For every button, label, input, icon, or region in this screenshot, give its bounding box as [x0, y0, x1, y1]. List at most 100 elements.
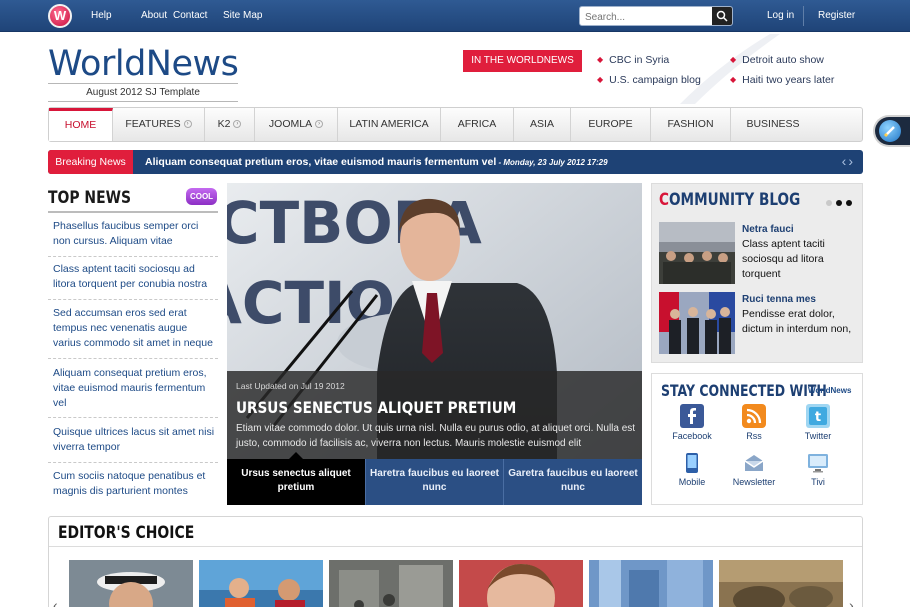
header-swoosh-decoration [680, 34, 780, 104]
brand-tagline: August 2012 SJ Template [86, 87, 200, 98]
blog-author[interactable]: Netra fauci [742, 224, 794, 235]
nav-item-k2[interactable]: K2 › [205, 108, 255, 141]
top-news-item[interactable]: Cum sociis natoque penatibus et magnis d… [48, 469, 218, 505]
editors-choice-thumbnail[interactable] [459, 560, 583, 607]
divider [48, 83, 238, 84]
editors-choice-thumbnail[interactable] [69, 560, 193, 607]
top-news-item[interactable]: Class aptent taciti sociosqu ad litora t… [48, 262, 218, 300]
cool-badge: COOL [186, 188, 217, 205]
stay-connected: STAY CONNECTED WITH WorldNews Facebook R… [651, 373, 863, 505]
nav-item-asia[interactable]: ASIA [514, 108, 571, 141]
carousel-dot[interactable] [836, 200, 842, 206]
top-news-item[interactable]: Aliquam consequat pretium eros, vitae eu… [48, 366, 218, 418]
editors-choice-title: EDITOR'S CHOICE [58, 523, 195, 543]
blog-author[interactable]: Ruci tenna mes [742, 294, 816, 305]
editors-choice: EDITOR'S CHOICE ‹ › [48, 516, 863, 607]
register-link[interactable]: Register [818, 10, 855, 21]
newsletter-icon [744, 455, 764, 471]
divider [48, 101, 238, 102]
login-link[interactable]: Log in [767, 10, 794, 21]
prev-arrow-icon[interactable]: ‹ [53, 597, 58, 607]
top-link-sitemap[interactable]: Site Map [223, 10, 262, 21]
nav-item-africa[interactable]: AFRICA [441, 108, 514, 141]
slide-updated: Last Updated on Jul 19 2012 [236, 381, 345, 391]
nav-item-europe[interactable]: EUROPE [571, 108, 651, 141]
headline-link[interactable]: ◆ Haiti two years later [730, 74, 834, 86]
search-icon [716, 10, 728, 22]
headline-link[interactable]: ◆ CBC in Syria [597, 54, 669, 66]
top-divider [803, 6, 804, 26]
carousel-dots [822, 193, 852, 211]
nav-item-home[interactable]: HOME [49, 108, 113, 141]
search-box [579, 6, 733, 27]
carousel-dot[interactable] [846, 200, 852, 206]
slide-tab[interactable]: Ursus senectus aliquet pretium [227, 452, 365, 505]
blog-excerpt: Pendisse erat dolor, dictum in interdum … [742, 308, 852, 335]
blog-excerpt: Class aptent taciti sociosqu ad litora t… [742, 238, 825, 280]
stay-connected-title: STAY CONNECTED WITH [661, 381, 827, 400]
community-blog: COMMUNITY BLOG Netra fauci Class aptent … [651, 183, 863, 363]
tivi-link[interactable]: Tivi [788, 452, 848, 487]
nav-item-fashion[interactable]: FASHION [651, 108, 731, 141]
breaking-news-date: - Monday, 23 July 2012 17:29 [496, 158, 608, 167]
site-logo-icon[interactable]: W [48, 4, 72, 28]
mobile-icon [686, 453, 698, 473]
breaking-news-label: Breaking News [48, 150, 133, 174]
editors-choice-thumbnail[interactable] [199, 560, 323, 607]
top-news-item[interactable]: Sed accumsan eros sed erat tempus nec ve… [48, 306, 218, 359]
dropdown-arrow-icon: › [233, 120, 242, 129]
facebook-link[interactable]: Facebook [662, 404, 722, 441]
search-input[interactable] [580, 8, 710, 27]
featured-slideshow[interactable]: CTBOBAACTIO Last Updated on Jul 19 2012 … [227, 183, 642, 505]
top-link-about[interactable]: About [141, 10, 167, 21]
breaking-news-arrows: ‹› [842, 153, 855, 169]
brand-logo[interactable]: WorldNews [48, 44, 239, 84]
nav-item-joomla[interactable]: JOOMLA › [255, 108, 338, 141]
carousel-dot[interactable] [826, 200, 832, 206]
blog-thumbnail[interactable] [659, 222, 735, 284]
svg-text:t: t [815, 410, 821, 425]
facebook-icon [680, 404, 704, 428]
side-tool-button[interactable] [873, 115, 910, 147]
nav-item-business[interactable]: BUSINESS [731, 108, 815, 141]
headline-link[interactable]: ◆ Detroit auto show [730, 54, 824, 66]
blog-thumbnail[interactable] [659, 292, 735, 354]
breaking-news-bar: Breaking News Aliquam consequat pretium … [48, 150, 863, 174]
editors-choice-thumbnail[interactable] [589, 560, 713, 607]
slide-caption: Last Updated on Jul 19 2012 URSUS SENECT… [227, 371, 642, 459]
top-news-item[interactable]: Phasellus faucibus semper orci non cursu… [48, 219, 218, 257]
community-blog-title: COMMUNITY BLOG [659, 190, 801, 210]
editors-choice-thumbnail[interactable] [329, 560, 453, 607]
editors-choice-thumbnail[interactable] [719, 560, 843, 607]
slide-description: Etiam vitae commodo dolor. Ut quis urna … [236, 423, 636, 449]
top-bar: W Help About Contact Site Map Log in Reg… [0, 0, 910, 32]
slide-tab[interactable]: Haretra faucibus eu laoreet nunc [365, 459, 503, 505]
headline-link[interactable]: ◆ U.S. campaign blog [597, 74, 701, 86]
next-arrow-icon[interactable]: › [848, 153, 855, 169]
divider [49, 546, 862, 547]
tool-icon [879, 120, 901, 142]
twitter-link[interactable]: t Twitter [788, 404, 848, 441]
dropdown-arrow-icon: › [183, 120, 192, 129]
slide-tab[interactable]: Garetra faucibus eu laoreet nunc [503, 459, 642, 505]
top-news-item[interactable]: Quisque ultrices lacus sit amet nisi viv… [48, 425, 218, 463]
nav-item-latin-america[interactable]: LATIN AMERICA [338, 108, 441, 141]
top-link-help[interactable]: Help [91, 10, 112, 21]
top-link-contact[interactable]: Contact [173, 10, 207, 21]
divider [48, 211, 218, 213]
next-arrow-icon[interactable]: › [849, 597, 854, 607]
nav-item-features[interactable]: FEATURES › [113, 108, 205, 141]
stay-connected-brand: WorldNews [808, 386, 852, 395]
bullet-icon: ◆ [730, 55, 737, 64]
search-button[interactable] [712, 7, 732, 25]
tv-icon [808, 454, 828, 473]
breaking-news-headline[interactable]: Aliquam consequat pretium eros, vitae eu… [145, 156, 608, 168]
slide-title[interactable]: URSUS SENECTUS ALIQUET PRETIUM [236, 398, 516, 417]
mobile-link[interactable]: Mobile [662, 452, 722, 487]
bullet-icon: ◆ [597, 55, 604, 64]
rss-link[interactable]: Rss [724, 404, 784, 441]
bullet-icon: ◆ [730, 75, 737, 84]
top-news-title: TOP NEWS [48, 188, 132, 208]
newsletter-link[interactable]: Newsletter [724, 452, 784, 487]
rss-icon [742, 404, 766, 428]
